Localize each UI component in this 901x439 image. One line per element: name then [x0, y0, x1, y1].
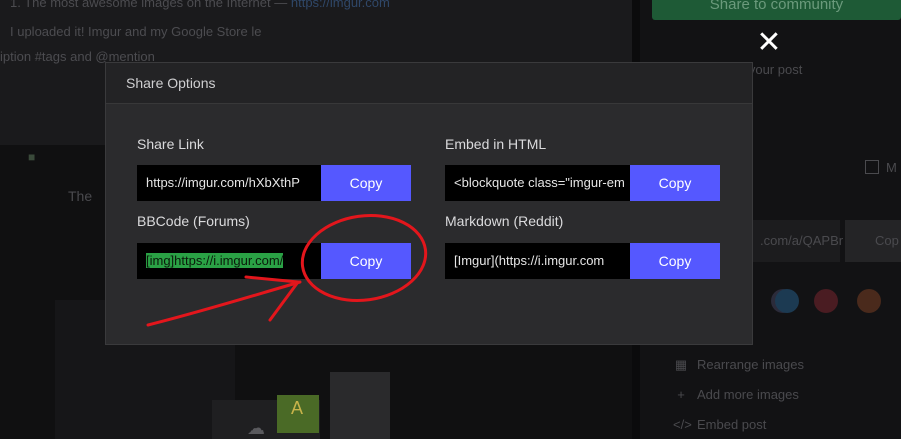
share-options-modal: Share Options Share Link https://imgur.c… [106, 63, 752, 344]
modal-header: Share Options [106, 63, 752, 104]
background-url-field: .com/a/QAPBr [752, 220, 843, 262]
code-icon: </> [673, 417, 692, 432]
background-line-2: I uploaded it! Imgur and my Google Store… [10, 24, 262, 39]
background-menu-rearrange: ▦ Rearrange images [673, 357, 804, 373]
close-icon[interactable]: ✕ [756, 28, 782, 58]
bbcode-selected-text: [img]https://i.imgur.com/ [146, 253, 284, 268]
markdown-field[interactable]: [Imgur](https://i.imgur.com [445, 243, 631, 279]
rearrange-icon: ▦ [674, 357, 688, 372]
background-menu-rearrange-label: Rearrange images [697, 357, 804, 372]
background-line-1: 1. The most awesome images on the Intern… [10, 0, 390, 10]
background-menu-add-label: Add more images [697, 387, 799, 402]
share-link-field[interactable]: https://imgur.com/hXbXthP [137, 165, 323, 201]
share-link-copy-button[interactable]: Copy [321, 165, 411, 201]
share-to-community-button: Share to community [652, 0, 901, 20]
background-menu-embed-label: Embed post [697, 417, 767, 432]
background-panel-2 [330, 372, 390, 439]
pinterest-icon [814, 289, 838, 313]
modal-title: Share Options [126, 75, 216, 91]
background-line-1-text: 1. The most awesome images on the Intern… [10, 0, 288, 10]
embed-html-label: Embed in HTML [445, 136, 547, 152]
upload-icon: ☁ [247, 418, 265, 438]
background-the-text: The [68, 188, 93, 204]
reddit-icon [857, 289, 881, 313]
background-url-copy: Cop [845, 220, 901, 262]
share-link-label: Share Link [137, 136, 204, 152]
background-link: https://imgur.com [290, 0, 390, 10]
twitter-icon [775, 289, 799, 313]
background-line-3: iption #tags and @mention [0, 49, 155, 64]
bbcode-label: BBCode (Forums) [137, 213, 250, 229]
markdown-label: Markdown (Reddit) [445, 213, 564, 229]
background-checkbox [865, 160, 879, 174]
embed-html-copy-button[interactable]: Copy [630, 165, 720, 201]
background-menu-embed: </> Embed post [673, 417, 766, 432]
background-small-icon: ■ [28, 150, 36, 164]
bbcode-field[interactable]: [img]https://i.imgur.com/ [137, 243, 323, 279]
plus-icon: + [677, 387, 685, 402]
background-menu-add: + Add more images [673, 387, 799, 402]
markdown-copy-button[interactable]: Copy [630, 243, 720, 279]
background-green-glyph: A [291, 398, 304, 418]
embed-html-field[interactable]: <blockquote class="imgur-em [445, 165, 631, 201]
bbcode-copy-button[interactable]: Copy [321, 243, 411, 279]
background-checkbox-label: M [886, 160, 897, 175]
